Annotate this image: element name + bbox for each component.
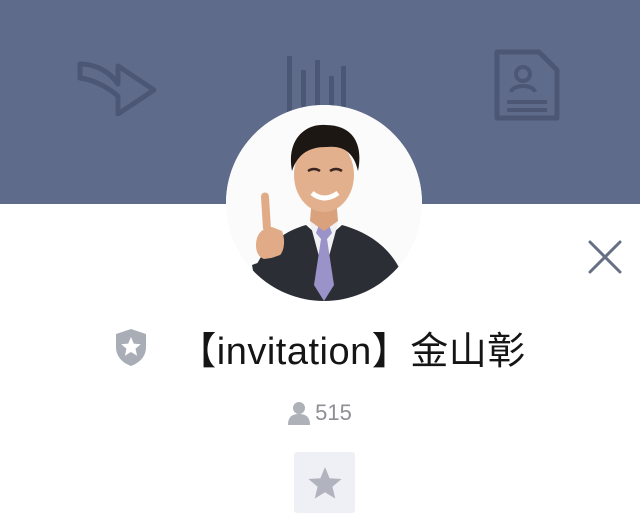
- share-arrow-icon[interactable]: [76, 50, 158, 116]
- favorite-button[interactable]: [294, 452, 355, 513]
- profile-name-row: 【invitation】金山彰: [0, 318, 640, 376]
- person-photo: [226, 105, 422, 301]
- shield-star-badge-icon: [116, 329, 147, 366]
- star-icon: [307, 466, 342, 499]
- friends-count-row: 515: [0, 396, 640, 430]
- close-button[interactable]: [586, 238, 624, 276]
- profile-name: 【invitation】金山彰: [178, 330, 526, 373]
- person-icon: [288, 402, 311, 425]
- close-icon: [588, 240, 622, 274]
- friends-count: 515: [315, 400, 352, 425]
- profile-document-icon[interactable]: [493, 48, 561, 122]
- avatar[interactable]: [226, 105, 422, 301]
